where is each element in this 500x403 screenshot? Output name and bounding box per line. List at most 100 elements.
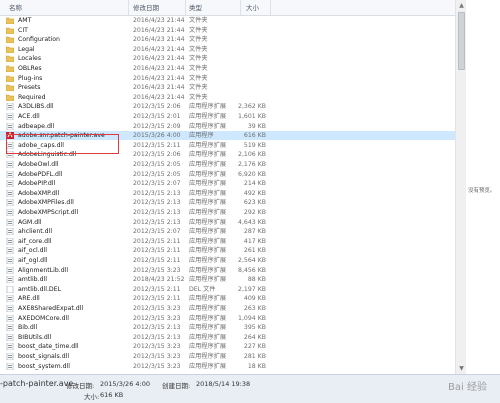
file-row[interactable]: A3DLIBS.dll 2012/3/15 2:06 应用程序扩展 2,362 KB [0,102,460,111]
file-size: 227 KB [243,343,266,351]
file-row[interactable]: AdobeXMPScript.dll 2012/3/15 2:13 应用程序扩展 29… [0,208,460,217]
file-row[interactable]: Bib.dll 2012/3/15 2:13 应用程序扩展 395 KB [0,323,460,332]
file-size: 616 KB [243,132,266,140]
file-type: 应用程序扩展 [189,295,227,303]
file-row[interactable]: AdobePIP.dll 2012/3/15 2:07 应用程序扩展 214 KB [0,179,460,188]
watermark-text: Bai 经验 [448,382,487,393]
dll-file-icon [6,122,14,130]
file-row[interactable]: Legal 2016/4/23 21:44 文件夹 [0,45,460,54]
file-name: BIBUtils.dll [18,333,52,341]
file-row[interactable]: AdobeOwl.dll 2012/3/15 2:05 应用程序扩展 2,176 KB [0,160,460,169]
file-date: 2012/3/15 2:11 [133,237,181,245]
file-date: 2012/3/15 2:13 [133,218,181,226]
file-row[interactable]: ARE.dll 2012/3/15 2:11 应用程序扩展 409 KB [0,294,460,303]
file-row[interactable]: AlignmentLib.dll 2012/3/15 3:23 应用程序扩展 8,45… [0,266,460,275]
file-name: AXEDOMCore.dll [18,314,70,322]
file-name: aif_ocl.dll [18,247,48,255]
folder-icon [6,84,14,92]
file-row[interactable]: CIT 2016/4/23 21:44 文件夹 [0,26,460,35]
file-type: 文件夹 [189,45,208,53]
folder-icon [6,75,14,82]
file-size: 39 KB [247,122,266,130]
file-row[interactable]: Required 2016/4/23 21:44 文件夹 [0,93,460,102]
file-row[interactable]: AGM.dll 2012/3/15 2:13 应用程序扩展 4,643 KB [0,218,460,227]
file-size: 281 KB [243,353,266,360]
file-row[interactable]: boost_signals.dll 2012/3/15 3:23 应用程序扩展 281… [0,352,460,361]
file-date: 2012/3/15 3:23 [133,266,181,274]
file-date: 2016/4/23 21:44 [133,36,185,44]
dll-file-icon [6,141,14,149]
file-date: 2012/3/15 2:13 [133,189,181,197]
file-size: 2,176 KB [238,161,266,168]
file-row[interactable]: aif_ogl.dll 2012/3/15 2:11 应用程序扩展 2,564 KB [0,256,460,265]
file-row[interactable]: ahclient.dll 2012/3/15 2:07 应用程序扩展 287 KB [0,227,460,236]
file-type: 文件夹 [189,93,208,101]
file-name: aif_core.dll [18,237,52,245]
column-size[interactable]: 大小 [246,2,259,12]
scroll-down-icon[interactable]: ▼ [457,364,466,373]
file-row[interactable]: amtlib.dll.DEL 2012/3/15 2:11 DEL 文件 2,197 … [0,285,460,294]
file-row[interactable]: AMT 2016/4/23 21:44 文件夹 [0,16,460,25]
file-name: A3DLIBS.dll [18,103,54,111]
file-row[interactable]: Presets 2016/4/23 21:44 文件夹 [0,83,460,92]
dll-file-icon [6,199,14,207]
file-size: 263 KB [243,305,266,312]
column-name[interactable]: 名称 [9,2,22,12]
file-row[interactable]: AdobePDFL.dll 2012/3/15 2:05 应用程序扩展 6,920 K… [0,170,460,179]
file-size: 409 KB [243,295,266,303]
file-date: 2016/4/23 21:44 [133,84,185,92]
file-row[interactable]: boost_system.dll 2012/3/15 3:23 应用程序扩展 18 K… [0,362,460,371]
file-row[interactable]: AXEDOMCore.dll 2012/3/15 3:23 应用程序扩展 1,094 … [0,314,460,323]
file-type: DEL 文件 [189,285,216,293]
file-date: 2012/3/15 2:06 [133,103,181,111]
dll-file-icon [6,257,14,264]
file-row[interactable]: AdobeXMP.dll 2012/3/15 2:13 应用程序扩展 492 KB [0,189,460,198]
details-modified-label: 修改日期: [66,382,95,390]
dll-file-icon [6,218,14,226]
file-type: 应用程序扩展 [189,228,227,236]
file-type: 应用程序扩展 [189,353,227,360]
file-name: Locales [18,55,42,63]
file-date: 2012/3/15 2:13 [133,209,181,216]
file-date: 2016/4/23 21:44 [133,17,185,24]
column-modified[interactable]: 修改日期 [133,2,159,12]
file-row[interactable]: adobe_caps.dll 2012/3/15 2:11 应用程序扩展 519 KB [0,141,460,150]
file-size: 1,601 KB [238,113,266,120]
file-name: amtlib.dll [18,276,47,284]
file-row[interactable]: amtlib.dll 2018/4/23 21:52 应用程序扩展 88 KB [0,275,460,284]
file-row[interactable]: aif_core.dll 2012/3/15 2:11 应用程序扩展 417 KB [0,237,460,246]
file-name: ACE.dll [18,113,40,120]
file-row[interactable]: AdobeLinguistic.dll 2012/3/15 2:06 应用程序扩展 2… [0,150,460,159]
dll-file-icon [6,189,14,197]
file-date: 2012/3/15 2:11 [133,257,181,264]
file-row[interactable]: AdobeXMPFiles.dll 2012/3/15 2:13 应用程序扩展 623… [0,198,460,207]
file-date: 2015/3/26 4:00 [133,132,181,140]
file-row[interactable]: boost_date_time.dll 2012/3/15 3:23 应用程序扩展 2… [0,342,460,351]
file-type: 应用程序扩展 [189,343,227,351]
file-row[interactable]: adbeape.dll 2012/3/15 2:09 应用程序扩展 39 KB [0,122,460,131]
file-name: AdobeXMP.dll [18,189,60,197]
file-name: aif_ogl.dll [18,257,48,264]
file-row[interactable]: Plug-ins 2016/4/23 21:44 文件夹 [0,74,460,83]
file-row[interactable]: aif_ocl.dll 2012/3/15 2:11 应用程序扩展 261 KB [0,246,460,255]
file-name: boost_signals.dll [18,353,70,360]
details-pane: -patch-painter.ave 修改日期: 2015/3/26 4:00 … [0,374,500,403]
file-size: 287 KB [243,228,266,236]
file-row[interactable]: Configuration 2016/4/23 21:44 文件夹 [0,35,460,44]
scroll-thumb[interactable] [458,12,465,70]
file-type: 应用程序扩展 [189,189,227,197]
file-row[interactable]: OBLRes 2016/4/23 21:44 文件夹 [0,64,460,73]
file-date: 2012/3/15 2:05 [133,170,181,178]
file-name: AlignmentLib.dll [18,266,69,274]
file-row[interactable]: Locales 2016/4/23 21:44 文件夹 [0,54,460,63]
file-row[interactable]: ACE.dll 2012/3/15 2:01 应用程序扩展 1,601 KB [0,112,460,121]
file-row[interactable]: BIBUtils.dll 2012/3/15 2:13 应用程序扩展 264 KB [0,333,460,342]
file-size: 88 KB [247,276,266,284]
file-row[interactable]: AXE8SharedExpat.dll 2012/3/15 3:23 应用程序扩展 2… [0,304,460,313]
column-type[interactable]: 类型 [189,2,202,12]
scroll-up-icon[interactable]: ▲ [457,1,466,10]
dll-file-icon [6,209,14,216]
file-date: 2012/3/15 2:07 [133,228,181,236]
file-row[interactable]: adobe.snr.patch-painter.ave 2015/3/26 4:0… [0,131,460,141]
file-name: AdobePIP.dll [18,180,56,188]
